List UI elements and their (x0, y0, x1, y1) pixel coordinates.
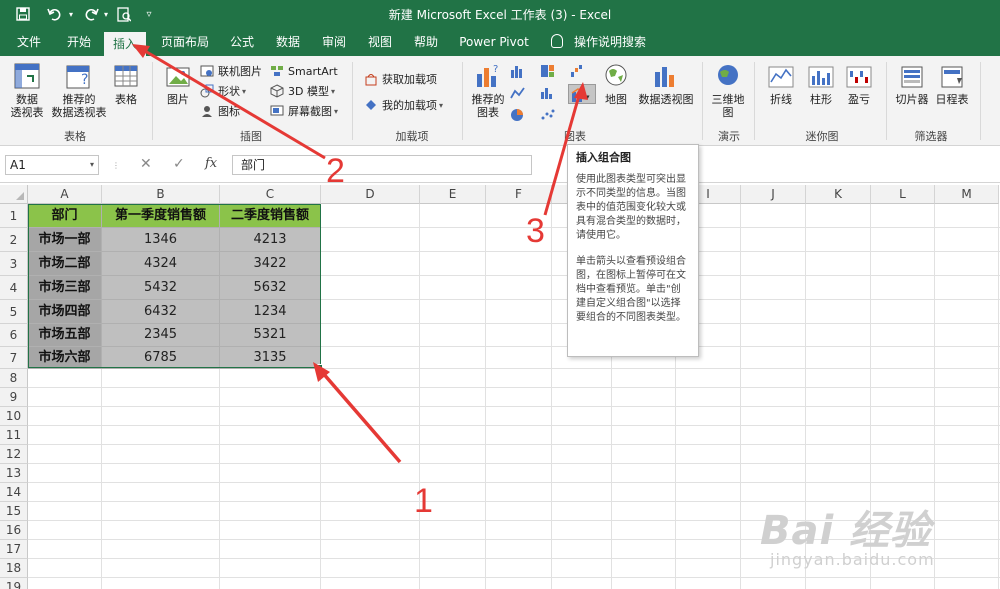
excel-window: ▾ ▾ ▿ 新建 Microsoft Excel 工作表 (3) - Excel… (0, 0, 1000, 589)
watermark-url: jingyan.baidu.com (770, 550, 935, 569)
annotation-number-3: 3 (526, 212, 545, 250)
arrow-to-data-range (313, 362, 402, 464)
annotation-number-1: 1 (414, 482, 433, 520)
baidu-watermark: Bai 经验 jingyan.baidu.com (750, 498, 995, 578)
watermark-brand: Bai 经验 (760, 508, 932, 554)
annotation-number-2: 2 (326, 152, 345, 190)
arrow-to-combo-chart (543, 82, 588, 216)
arrow-to-insert-tab (132, 44, 326, 160)
